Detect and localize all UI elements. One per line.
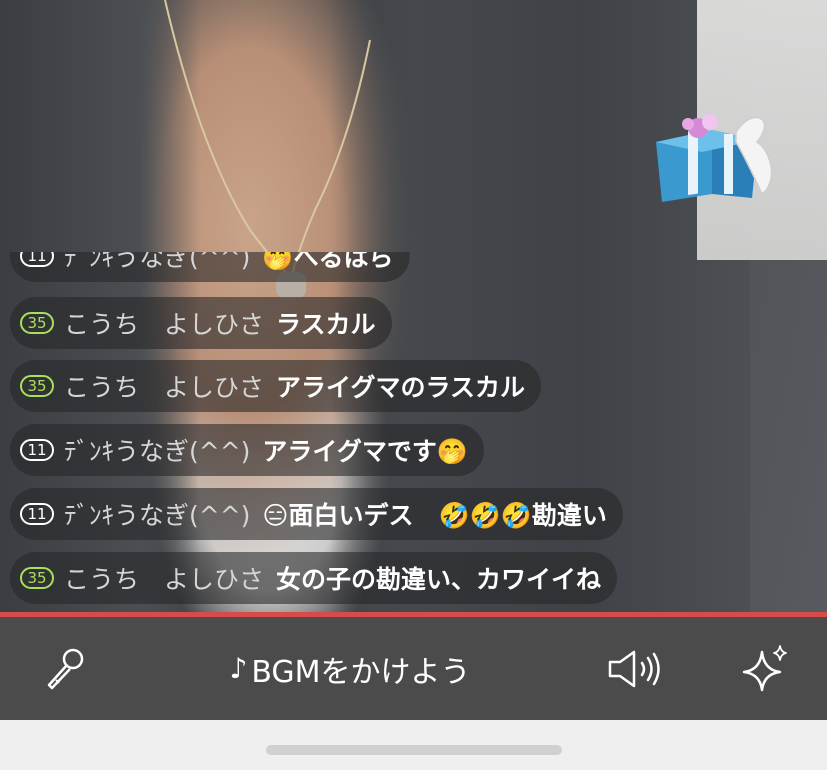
chat-username[interactable]: こうち よしひさ (64, 560, 264, 596)
chat-username[interactable]: ﾃﾞﾝｷうなぎ(^^) (64, 252, 250, 274)
microphone-icon (47, 648, 84, 689)
volume-button[interactable] (600, 617, 672, 720)
chat-message: 35 こうち よしひさ ラスカル (10, 297, 392, 349)
effects-button[interactable] (730, 617, 800, 720)
chat-text: ラスカル (276, 310, 376, 339)
bottom-toolbar: ♪ BGMをかけよう (0, 617, 827, 720)
user-level-badge: 35 (20, 312, 54, 334)
chat-message: 11 ﾃﾞﾝｷうなぎ(^^) アライグマです🤭 (10, 424, 485, 476)
bgm-button[interactable]: ♪ BGMをかけよう (200, 617, 500, 720)
bgm-label: BGMをかけよう (251, 654, 471, 690)
chat-message: 35 こうち よしひさ 女の子の勘違い、カワイイね (10, 552, 618, 604)
gift-box-icon[interactable] (652, 112, 782, 212)
music-note-icon: ♪ (229, 652, 248, 685)
chat-text: アライグマです🤭 (262, 437, 469, 466)
chat-text: 🤭へるはら (262, 243, 394, 272)
user-level-badge: 11 (20, 503, 54, 525)
chat-username[interactable]: ﾃﾞﾝｷうなぎ(^^) (64, 432, 250, 468)
chat-text: アライグマのラスカル (276, 373, 526, 402)
sparkle-icon (742, 644, 787, 691)
home-indicator[interactable] (266, 745, 562, 755)
chat-username[interactable]: こうち よしひさ (64, 305, 264, 341)
chat-username[interactable]: こうち よしひさ (64, 368, 264, 404)
chat-message: 35 こうち よしひさ アライグマのラスカル (10, 360, 542, 412)
user-level-badge: 11 (20, 252, 54, 267)
user-level-badge: 35 (20, 567, 54, 589)
speaker-icon (608, 650, 660, 687)
chat-text: 😑面白いデス 🤣🤣🤣勘違い (262, 501, 607, 530)
user-level-badge: 35 (20, 375, 54, 397)
chat-message: 11 ﾃﾞﾝｷうなぎ(^^) 🤭へるはら (10, 243, 410, 282)
chat-message: 11 ﾃﾞﾝｷうなぎ(^^) 😑面白いデス 🤣🤣🤣勘違い (10, 488, 623, 540)
chat-text: 女の子の勘違い、カワイイね (276, 565, 602, 594)
chat-username[interactable]: ﾃﾞﾝｷうなぎ(^^) (64, 496, 250, 532)
chat-feed: 11 ﾃﾞﾝｷうなぎ(^^) 🤭へるはら 35 こうち よしひさ ラスカル 35… (10, 230, 710, 610)
microphone-button[interactable] (30, 617, 100, 720)
user-level-badge: 11 (20, 439, 54, 461)
